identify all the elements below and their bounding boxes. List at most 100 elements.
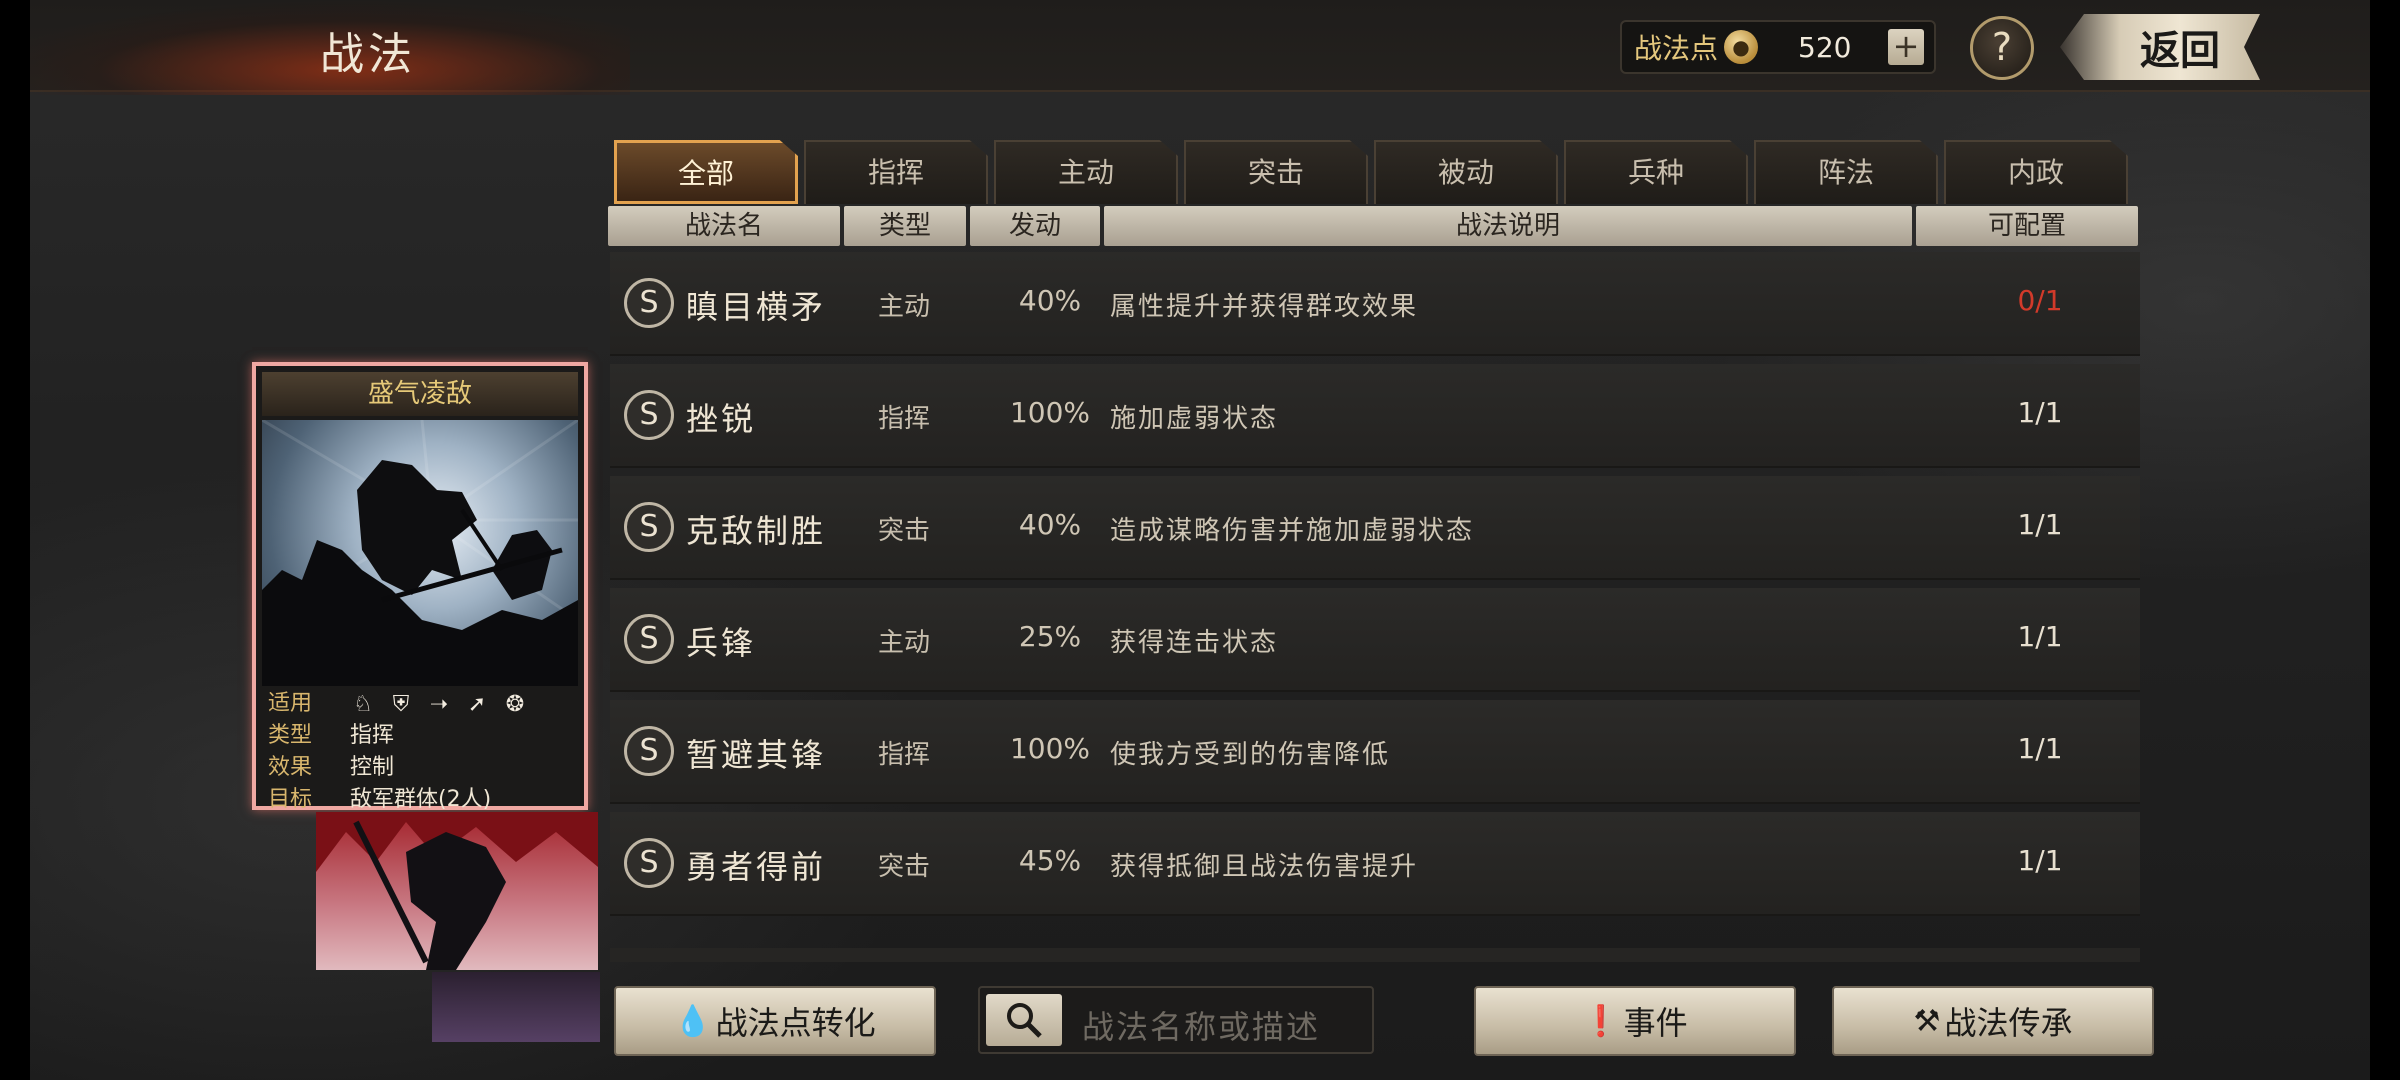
card-type-row: 类型 指挥 bbox=[262, 720, 578, 752]
tactic-description: 属性提升并获得群攻效果 bbox=[1110, 292, 1419, 322]
tactic-rate: 25% bbox=[1018, 620, 1082, 653]
convert-points-button[interactable]: 💧 战法点转化 bbox=[614, 986, 936, 1056]
spear-icon: ➚ bbox=[467, 692, 487, 717]
flame-icon: 💧 bbox=[674, 1003, 712, 1039]
back-label: 返回 bbox=[2140, 27, 2220, 74]
tactic-points-display: 战法点 ● 520 + bbox=[1620, 20, 1936, 74]
page-title: 战法 bbox=[320, 29, 416, 80]
list-item[interactable]: S 挫锐 指挥 100% 施加虚弱状态 1/1 bbox=[610, 364, 2140, 468]
tactic-config-count: 1/1 bbox=[2017, 508, 2063, 541]
help-button[interactable]: ? bbox=[1970, 16, 2034, 80]
column-header-configurable[interactable]: 可配置 bbox=[1916, 206, 2138, 246]
tactic-config-count: 1/1 bbox=[2017, 844, 2063, 877]
column-header-description: 战法说明 bbox=[1104, 206, 1912, 246]
tactic-type: 突击 bbox=[878, 516, 931, 546]
tactic-type: 主动 bbox=[878, 292, 931, 322]
tactic-rate: 100% bbox=[1009, 396, 1091, 429]
warrior-silhouette-image bbox=[262, 420, 578, 686]
tab-troop-type[interactable]: 兵种 bbox=[1564, 140, 1748, 204]
card-effect-row: 效果 控制 bbox=[262, 752, 578, 784]
tactic-name: 暂避其锋 bbox=[686, 736, 827, 774]
tactic-description: 施加虚弱状态 bbox=[1110, 404, 1279, 434]
rank-s-badge: S bbox=[624, 726, 674, 776]
tactic-config-count: 1/1 bbox=[2017, 732, 2063, 765]
tab-active[interactable]: 主动 bbox=[994, 140, 1178, 204]
list-item[interactable]: S 暂避其锋 指挥 100% 使我方受到的伤害降低 1/1 bbox=[610, 700, 2140, 804]
bow-icon: ➝ bbox=[429, 692, 449, 717]
type-key: 类型 bbox=[268, 723, 313, 748]
secondary-tactic-card[interactable] bbox=[316, 812, 598, 970]
tactic-name: 兵锋 bbox=[686, 624, 757, 662]
left-frame bbox=[0, 0, 30, 1080]
apply-key: 适用 bbox=[268, 691, 313, 716]
rank-s-badge: S bbox=[624, 278, 674, 328]
search-icon bbox=[1007, 1003, 1042, 1038]
rank-s-badge: S bbox=[624, 838, 674, 888]
back-button[interactable]: 返回 bbox=[2060, 14, 2260, 80]
column-header-name[interactable]: 战法名 bbox=[608, 206, 840, 246]
column-header-rate[interactable]: 发动 bbox=[970, 206, 1100, 246]
tactic-description: 使我方受到的伤害降低 bbox=[1110, 740, 1391, 770]
effect-key: 效果 bbox=[268, 755, 313, 780]
tactic-name: 瞋目横矛 bbox=[686, 288, 827, 326]
tactic-type: 主动 bbox=[878, 628, 931, 658]
tab-command[interactable]: 指挥 bbox=[804, 140, 988, 204]
tactic-type: 突击 bbox=[878, 852, 931, 882]
tab-internal-affairs[interactable]: 内政 bbox=[1944, 140, 2128, 204]
type-value: 指挥 bbox=[350, 723, 395, 748]
right-frame bbox=[2370, 0, 2400, 1080]
effect-value: 控制 bbox=[350, 755, 395, 780]
flame-coin-icon: ● bbox=[1724, 30, 1759, 64]
tactic-config-count: 0/1 bbox=[2017, 284, 2063, 317]
tactic-name: 挫锐 bbox=[686, 400, 757, 438]
events-button[interactable]: ❗ 事件 bbox=[1474, 986, 1796, 1056]
tactic-type: 指挥 bbox=[878, 404, 931, 434]
search-field[interactable]: 战法名称或描述 bbox=[978, 986, 1374, 1054]
tactic-description: 获得抵御且战法伤害提升 bbox=[1110, 852, 1419, 882]
tab-assault[interactable]: 突击 bbox=[1184, 140, 1368, 204]
tactic-inherit-label: 战法传承 bbox=[1944, 1004, 2073, 1042]
rank-s-badge: S bbox=[624, 390, 674, 440]
notice-icon: ❗ bbox=[1582, 1003, 1620, 1039]
card-apply-row: 适用 ♘ ⛨ ➝ ➚ ❂ bbox=[262, 688, 578, 720]
add-points-button[interactable]: + bbox=[1888, 29, 1925, 65]
selected-tactic-card[interactable]: 盛气凌敌 适用 ♘ ⛨ ➝ ➚ ❂ 类型 指挥 效果 控制 目标 敌军群体(2人… bbox=[252, 362, 588, 812]
tactic-description: 获得连击状态 bbox=[1110, 628, 1279, 658]
rank-s-badge: S bbox=[624, 614, 674, 664]
target-key: 目标 bbox=[268, 787, 313, 812]
tab-formation[interactable]: 阵法 bbox=[1754, 140, 1938, 204]
tab-passive[interactable]: 被动 bbox=[1374, 140, 1558, 204]
tactic-type: 指挥 bbox=[878, 740, 931, 770]
cavalry-silhouette-image bbox=[316, 812, 598, 970]
tactic-rate: 45% bbox=[1018, 844, 1082, 877]
tertiary-tactic-card[interactable] bbox=[432, 972, 600, 1042]
rank-s-badge: S bbox=[624, 502, 674, 552]
tactic-rate: 40% bbox=[1018, 284, 1082, 317]
tactic-list[interactable]: S 瞋目横矛 主动 40% 属性提升并获得群攻效果 0/1 S 挫锐 指挥 10… bbox=[610, 252, 2140, 962]
hammer-icon: ⚒ bbox=[1913, 1003, 1941, 1039]
card-info: 适用 ♘ ⛨ ➝ ➚ ❂ 类型 指挥 效果 控制 目标 敌军群体(2人) bbox=[262, 688, 578, 812]
tactic-name: 克敌制胜 bbox=[686, 512, 827, 550]
tactic-config-count: 1/1 bbox=[2017, 396, 2063, 429]
tab-all[interactable]: 全部 bbox=[614, 140, 798, 204]
convert-points-label: 战法点转化 bbox=[715, 1004, 876, 1042]
search-placeholder: 战法名称或描述 bbox=[1082, 1008, 1321, 1046]
tactic-inherit-button[interactable]: ⚒ 战法传承 bbox=[1832, 986, 2154, 1056]
troop-icons: ♘ ⛨ ➝ ➚ ❂ bbox=[350, 692, 528, 718]
list-item[interactable]: S 克敌制胜 突击 40% 造成谋略伤害并施加虚弱状态 1/1 bbox=[610, 476, 2140, 580]
tactic-rate: 100% bbox=[1009, 732, 1091, 765]
wheel-icon: ❂ bbox=[505, 692, 525, 717]
search-button[interactable] bbox=[986, 994, 1062, 1046]
cavalry-icon: ♘ bbox=[353, 692, 373, 717]
list-item[interactable]: S 兵锋 主动 25% 获得连击状态 1/1 bbox=[610, 588, 2140, 692]
column-header-type[interactable]: 类型 bbox=[844, 206, 966, 246]
card-artwork bbox=[262, 420, 578, 686]
shield-icon: ⛨ bbox=[392, 692, 410, 717]
tactic-rate: 40% bbox=[1018, 508, 1082, 541]
tactic-config-count: 1/1 bbox=[2017, 620, 2063, 653]
tactic-description: 造成谋略伤害并施加虚弱状态 bbox=[1110, 516, 1475, 546]
card-title: 盛气凌敌 bbox=[262, 372, 578, 416]
list-item[interactable]: S 勇者得前 突击 45% 获得抵御且战法伤害提升 1/1 bbox=[610, 812, 2140, 916]
tactic-points-label: 战法点 bbox=[1634, 32, 1719, 65]
list-item[interactable]: S 瞋目横矛 主动 40% 属性提升并获得群攻效果 0/1 bbox=[610, 252, 2140, 356]
